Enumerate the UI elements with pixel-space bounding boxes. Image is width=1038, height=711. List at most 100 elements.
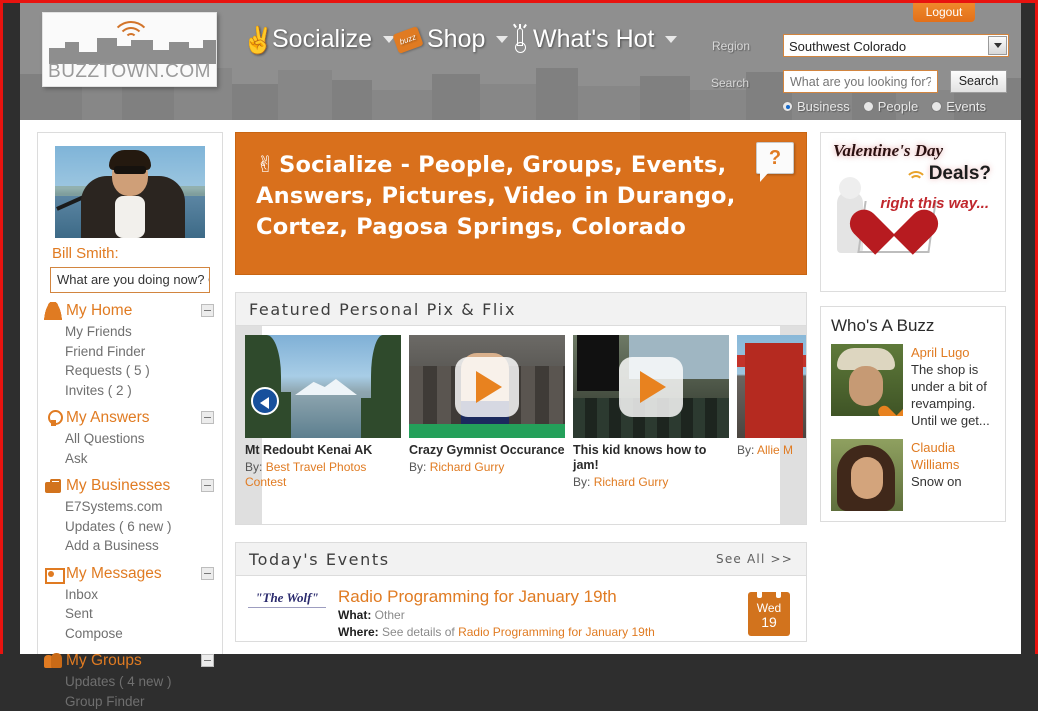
sidebar-subitem[interactable]: Sent [38, 604, 222, 624]
media-thumbnail[interactable] [409, 335, 565, 438]
whos-a-buzz-title: Who's A Buzz [831, 316, 995, 336]
media-author-name[interactable]: Allie M [757, 443, 793, 457]
media-author-name[interactable]: Best Travel Photos Contest [245, 460, 366, 489]
sidebar-item-my-businesses[interactable]: My Businesses [38, 475, 222, 497]
page-body: Bill Smith: What are you doing now? C My… [20, 120, 1021, 654]
event-title[interactable]: Radio Programming for January 19th [338, 586, 748, 607]
calendar-date: 19 [748, 615, 790, 630]
collapse-toggle-icon[interactable] [201, 654, 214, 667]
buzz-avatar[interactable] [831, 439, 903, 511]
event-where-label: Where: [338, 625, 379, 639]
collapse-toggle-icon[interactable] [201, 411, 214, 424]
nav-whats-hot[interactable]: What's Hot [513, 25, 677, 54]
events-panel-header: Today's Events See All >> [236, 543, 806, 576]
carousel-prev-arrow-icon[interactable] [251, 387, 279, 415]
buzz-list-item[interactable]: Claudia Williams Snow on [831, 439, 995, 511]
media-card[interactable]: This kid knows how to jam! By: Richard G… [573, 335, 729, 490]
media-card[interactable]: By: Allie M [737, 335, 806, 490]
region-select[interactable]: Southwest Colorado [783, 34, 1009, 57]
site-header: BUZZTOWN.COM ✌ Socialize buzz Shop What'… [20, 3, 1021, 120]
region-select-value: Southwest Colorado [789, 39, 906, 54]
help-icon[interactable]: ? [756, 142, 794, 174]
site-logo[interactable]: BUZZTOWN.COM [42, 12, 217, 87]
logo-text: BUZZTOWN.COM [43, 61, 216, 83]
main-column: ✌Socialize - People, Groups, Events, Ans… [235, 132, 807, 654]
sidebar-item-my-groups[interactable]: My Groups [38, 650, 222, 672]
media-thumbnail[interactable] [245, 335, 401, 438]
people-icon [44, 652, 62, 670]
by-prefix: By: [245, 460, 262, 474]
play-button-icon[interactable] [619, 357, 683, 417]
events-panel: Today's Events See All >> "The Wolf" Rad… [235, 542, 807, 642]
buzz-author-name[interactable]: April Lugo [911, 345, 970, 360]
play-button-icon[interactable] [455, 357, 519, 417]
buzz-author-name[interactable]: Claudia Williams [911, 440, 959, 472]
event-where-link[interactable]: Radio Programming for January 19th [458, 625, 655, 639]
featured-panel-title: Featured Personal Pix & Flix [249, 300, 516, 319]
sidebar-subitem[interactable]: All Questions [38, 429, 222, 449]
buzz-content: April Lugo The shop is under a bit of re… [911, 344, 995, 429]
carousel-track: Mt Redoubt Kenai AK By: Best Travel Phot… [245, 335, 806, 490]
buzz-list-item[interactable]: April Lugo The shop is under a bit of re… [831, 344, 995, 429]
sidebar-item-my-home[interactable]: My Home [38, 300, 222, 322]
sidebar-subitem[interactable]: Group Finder [38, 692, 222, 711]
page-banner: ✌Socialize - People, Groups, Events, Ans… [235, 132, 807, 275]
event-calendar-icon: Wed 19 [748, 592, 790, 636]
status-input[interactable]: What are you doing now? C [50, 267, 210, 293]
collapse-toggle-icon[interactable] [201, 479, 214, 492]
radio-dot-icon [782, 101, 793, 112]
sidebar-item-my-messages[interactable]: My Messages [38, 563, 222, 585]
sidebar-subitem[interactable]: Compose [38, 624, 222, 644]
sidebar-subitem[interactable]: Inbox [38, 585, 222, 605]
sidebar-subitem[interactable]: Invites ( 2 ) [38, 381, 222, 401]
page-title: ✌Socialize - People, Groups, Events, Ans… [256, 150, 746, 243]
sidebar-subitem[interactable]: E7Systems.com [38, 497, 222, 517]
sidebar-group-label: My Businesses [66, 477, 170, 495]
radio-dot-icon [931, 101, 942, 112]
radio-events[interactable]: Events [931, 99, 986, 114]
sidebar-subitem[interactable]: Ask [38, 449, 222, 469]
buzz-message: The shop is under a bit of revamping. Un… [911, 362, 990, 428]
chevron-down-icon[interactable] [988, 36, 1007, 55]
collapse-toggle-icon[interactable] [201, 567, 214, 580]
sidebar-subitem[interactable]: Updates ( 6 new ) [38, 517, 222, 537]
media-card[interactable]: Mt Redoubt Kenai AK By: Best Travel Phot… [245, 335, 401, 490]
radio-people[interactable]: People [863, 99, 918, 114]
sidebar-subitem[interactable]: Add a Business [38, 536, 222, 556]
event-row: "The Wolf" Radio Programming for January… [236, 576, 806, 641]
media-thumbnail[interactable] [573, 335, 729, 438]
media-author-name[interactable]: Richard Gurry [594, 475, 669, 489]
whos-a-buzz-panel: Who's A Buzz April Lugo The shop is unde… [820, 306, 1006, 522]
ad-subhead: Deals? [929, 163, 991, 185]
buzz-tag-icon: buzz [392, 26, 423, 54]
nav-socialize[interactable]: ✌ Socialize [242, 25, 395, 54]
media-title: This kid knows how to jam! [573, 443, 729, 473]
media-author-name[interactable]: Richard Gurry [430, 460, 505, 474]
logout-button[interactable]: Logout [913, 3, 975, 22]
nav-shop[interactable]: buzz Shop [395, 25, 508, 54]
sidebar-subitem[interactable]: Requests ( 5 ) [38, 361, 222, 381]
sidebar-subitem[interactable]: Friend Finder [38, 342, 222, 362]
search-button[interactable]: Search [950, 70, 1007, 93]
sidebar-subitem[interactable]: Updates ( 4 new ) [38, 672, 222, 692]
event-sponsor-logo[interactable]: "The Wolf" [248, 590, 326, 608]
media-thumbnail[interactable] [737, 335, 806, 438]
user-avatar[interactable] [55, 146, 205, 238]
sidebar-subitem[interactable]: My Friends [38, 322, 222, 342]
sidebar-group-my-businesses: My Businesses E7Systems.com Updates ( 6 … [38, 475, 222, 556]
valentines-ad[interactable]: Valentine's Day Deals? right this way... [820, 132, 1006, 292]
see-all-link[interactable]: See All >> [716, 552, 793, 566]
nav-whats-hot-label: What's Hot [533, 25, 654, 54]
buzz-avatar[interactable] [831, 344, 903, 416]
media-author: By: Best Travel Photos Contest [245, 460, 401, 490]
media-card[interactable]: Crazy Gymnist Occurance By: Richard Gurr… [409, 335, 565, 490]
collapse-toggle-icon[interactable] [201, 304, 214, 317]
events-panel-title: Today's Events [249, 550, 390, 569]
search-input[interactable] [783, 70, 938, 93]
sidebar-item-my-answers[interactable]: My Answers [38, 407, 222, 429]
sidebar-group-label: My Home [66, 302, 132, 320]
radio-business[interactable]: Business [782, 99, 850, 114]
event-what-value: Other [375, 608, 405, 622]
radio-events-label: Events [946, 99, 986, 114]
radio-business-label: Business [797, 99, 850, 114]
